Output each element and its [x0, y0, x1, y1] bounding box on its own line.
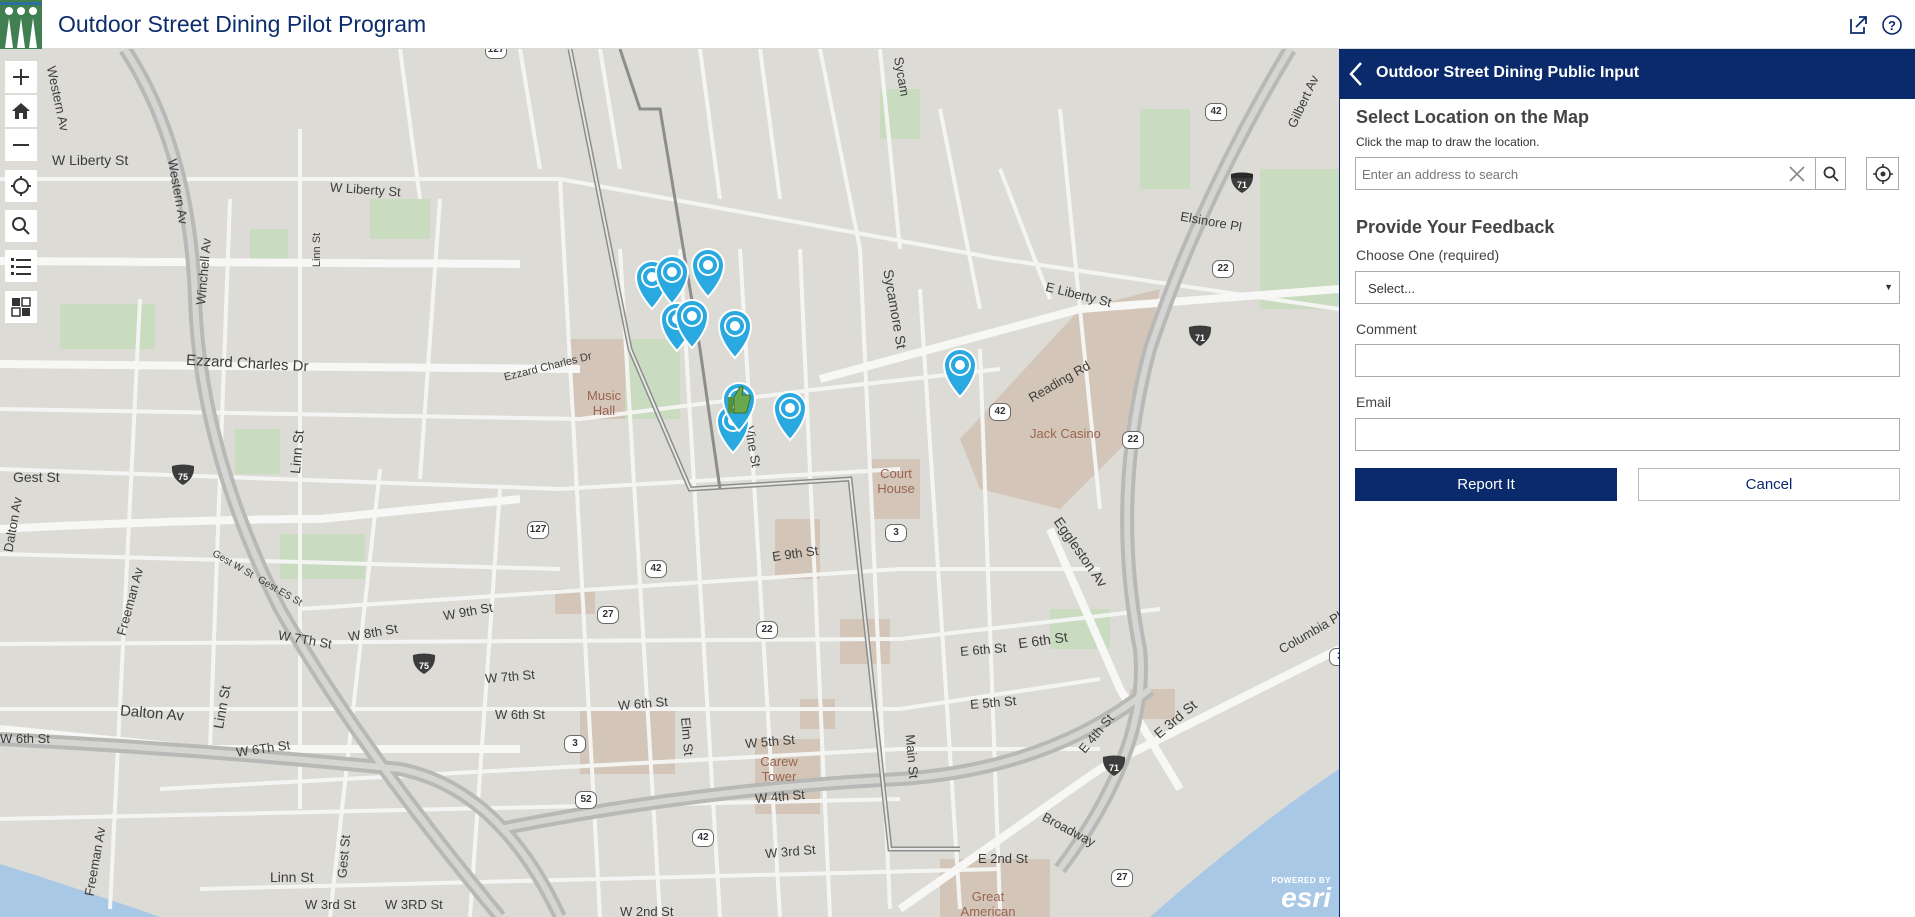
address-search-button[interactable] [1815, 158, 1846, 189]
app-title: Outdoor Street Dining Pilot Program [58, 11, 427, 37]
app-logo [0, 0, 42, 49]
caret-down-icon: ▼ [1884, 282, 1893, 292]
help-icon[interactable]: ? [1881, 14, 1903, 36]
search-icon [1823, 166, 1839, 182]
street-label: W 2nd St [620, 904, 674, 917]
dining-location-pin[interactable] [688, 245, 732, 301]
report-panel: Outdoor Street Dining Public Input Selec… [1339, 49, 1915, 917]
poi-label: Carew Tower [760, 754, 798, 784]
choose-one-value: Select... [1368, 281, 1415, 296]
interstate-shield-number: 75 [178, 472, 188, 482]
home-button[interactable] [5, 95, 37, 127]
basemap-icon [11, 297, 31, 317]
interstate-shield-number: 71 [1195, 333, 1205, 343]
map-search-button[interactable] [5, 210, 37, 242]
poi-label: Court House [877, 466, 915, 496]
legend-button[interactable] [5, 250, 37, 282]
dining-location-pin[interactable] [770, 388, 814, 444]
route-shield: 42 [645, 560, 667, 578]
street-label: Elm St [678, 716, 697, 757]
street-label: W 6th St [0, 731, 50, 746]
esri-attribution: POWERED BY esri [1271, 876, 1331, 913]
interstate-shield: 75 [412, 653, 436, 675]
clear-search-button[interactable] [1779, 158, 1815, 189]
close-icon [1789, 165, 1805, 182]
map-view[interactable]: W Liberty St W Liberty St Western Av Wes… [0, 49, 1339, 917]
interstate-shield: 71 [1230, 172, 1254, 194]
feedback-heading: Provide Your Feedback [1356, 217, 1555, 237]
email-label: Email [1356, 394, 1392, 410]
dining-location-pin[interactable] [715, 306, 759, 362]
route-shield: 3 [885, 524, 907, 542]
street-label: W Liberty St [52, 152, 129, 168]
thumbs-up-icon[interactable] [722, 379, 752, 419]
esri-logo: esri [1281, 882, 1331, 913]
dining-location-pin[interactable] [940, 345, 984, 401]
route-shield: 52 [575, 791, 597, 809]
poi-label: Great American [960, 889, 1016, 917]
route-shield: 42 [692, 829, 714, 847]
report-it-button[interactable]: Report It [1355, 468, 1617, 501]
address-search [1355, 157, 1846, 190]
choose-one-label: Choose One (required) [1356, 247, 1500, 263]
route-shield: 3 [1329, 648, 1339, 666]
panel-header: Outdoor Street Dining Public Input [1340, 49, 1915, 99]
street-label: W 6th St [495, 707, 545, 722]
svg-text:?: ? [1888, 18, 1896, 33]
location-hint: Click the map to draw the location. [1356, 135, 1540, 149]
interstate-shield: 71 [1188, 325, 1212, 347]
poi-label: Music Hall [587, 388, 621, 418]
back-button[interactable] [1340, 49, 1371, 99]
route-shield: 42 [1205, 103, 1227, 121]
street-label: Gest St [13, 469, 60, 485]
comment-label: Comment [1356, 321, 1417, 337]
zoom-out-icon [13, 144, 29, 146]
route-shield: 27 [597, 606, 619, 624]
street-label: E 2nd St [978, 851, 1028, 866]
zoom-in-button[interactable] [5, 61, 37, 93]
interstate-shield: 75 [171, 464, 195, 486]
locate-icon [11, 176, 31, 196]
route-shield: 42 [989, 403, 1011, 421]
comment-field[interactable] [1355, 344, 1900, 377]
route-shield: 127 [527, 521, 549, 539]
list-icon [11, 258, 31, 275]
route-shield: 3 [564, 735, 586, 753]
chevron-left-icon [1348, 62, 1362, 86]
zoom-in-icon [13, 69, 29, 85]
email-field[interactable] [1355, 418, 1900, 451]
interstate-shield: 71 [1102, 755, 1126, 777]
interstate-shield-number: 71 [1237, 180, 1247, 190]
route-shield: 22 [756, 621, 778, 639]
basemap-button[interactable] [5, 291, 37, 323]
route-shield: 22 [1212, 260, 1234, 278]
use-my-location-button[interactable] [1866, 157, 1899, 190]
cancel-button[interactable]: Cancel [1638, 468, 1900, 501]
street-label: Linn St [311, 232, 324, 268]
route-shield: 127 [485, 49, 507, 59]
interstate-shield-number: 71 [1109, 763, 1119, 773]
poi-label: Jack Casino [1030, 426, 1101, 441]
home-icon [12, 103, 30, 119]
street-label: Linn St [270, 869, 314, 885]
app-header: Outdoor Street Dining Pilot Program ? [0, 0, 1915, 49]
search-icon [12, 217, 30, 235]
route-shield: 27 [1111, 869, 1133, 887]
panel-title: Outdoor Street Dining Public Input [1376, 64, 1640, 81]
choose-one-select[interactable]: Select... ▼ [1355, 271, 1900, 304]
route-shield: 22 [1122, 431, 1144, 449]
location-heading: Select Location on the Map [1356, 107, 1590, 127]
locate-button[interactable] [5, 170, 37, 202]
street-label: W 3RD St [385, 897, 443, 912]
zoom-out-button[interactable] [5, 129, 37, 161]
locate-icon [1872, 163, 1893, 184]
share-icon[interactable] [1847, 14, 1869, 36]
dining-location-pin[interactable] [672, 296, 716, 352]
basemap [0, 49, 1339, 917]
street-label: W 3rd St [305, 897, 356, 912]
interstate-shield-number: 75 [419, 661, 429, 671]
address-search-input[interactable] [1362, 164, 1762, 184]
